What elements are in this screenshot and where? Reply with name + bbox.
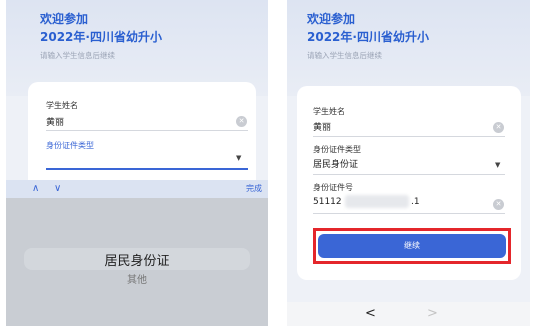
name-value[interactable]: 黄丽 xyxy=(313,120,331,133)
name-label: 学生姓名 xyxy=(313,107,345,116)
dropdown-caret-icon[interactable]: ▼ xyxy=(236,154,241,162)
redaction-mask xyxy=(345,195,409,208)
next-field-icon[interactable]: ∨ xyxy=(54,180,61,198)
name-value[interactable]: 黄丽 xyxy=(46,115,64,128)
picker-toolbar: ∧ ∨ 完成 xyxy=(6,180,268,198)
forward-icon[interactable]: > xyxy=(427,302,438,326)
hint-text: 请输入学生信息后继续 xyxy=(307,51,382,60)
prev-field-icon[interactable]: ∧ xyxy=(32,180,39,198)
clear-icon[interactable]: ✕ xyxy=(493,122,504,133)
left-screenshot: 欢迎参加 2022年·四川省幼升小 请输入学生信息后继续 学生姓名 黄丽 ✕ 身… xyxy=(6,0,268,326)
idtype-underline[interactable] xyxy=(46,168,248,170)
clear-icon[interactable]: ✕ xyxy=(236,116,247,127)
done-button[interactable]: 完成 xyxy=(246,180,262,198)
picker-option-other[interactable]: 其他 xyxy=(6,271,268,286)
back-icon[interactable]: < xyxy=(365,302,376,326)
welcome-title: 欢迎参加 xyxy=(307,12,356,26)
browser-nav-bar: < > xyxy=(287,302,530,326)
idtype-underline xyxy=(313,174,505,175)
event-title: 2022年·四川省幼升小 xyxy=(40,30,162,44)
option-picker[interactable]: 居民身份证 其他 xyxy=(6,198,268,326)
idtype-label: 身份证件类型 xyxy=(313,145,361,154)
welcome-title: 欢迎参加 xyxy=(40,12,89,26)
idnum-suffix[interactable]: .1 xyxy=(411,197,420,207)
clear-icon[interactable]: ✕ xyxy=(493,199,504,210)
continue-button[interactable]: 继续 xyxy=(318,234,506,258)
idnum-prefix[interactable]: 51112 xyxy=(313,197,342,207)
name-underline xyxy=(313,136,505,137)
idnum-label: 身份证件号 xyxy=(313,183,353,192)
hint-text: 请输入学生信息后继续 xyxy=(40,51,115,60)
idtype-value[interactable]: 居民身份证 xyxy=(313,157,358,170)
picker-option-selected[interactable]: 居民身份证 xyxy=(6,250,268,269)
idnum-underline xyxy=(313,213,505,214)
event-title: 2022年·四川省幼升小 xyxy=(307,30,429,44)
idtype-label: 身份证件类型 xyxy=(46,141,94,150)
name-underline xyxy=(46,130,248,131)
name-label: 学生姓名 xyxy=(46,101,78,110)
right-screenshot: 欢迎参加 2022年·四川省幼升小 请输入学生信息后继续 学生姓名 黄丽 ✕ 身… xyxy=(287,0,530,326)
dropdown-caret-icon[interactable]: ▼ xyxy=(495,161,500,169)
